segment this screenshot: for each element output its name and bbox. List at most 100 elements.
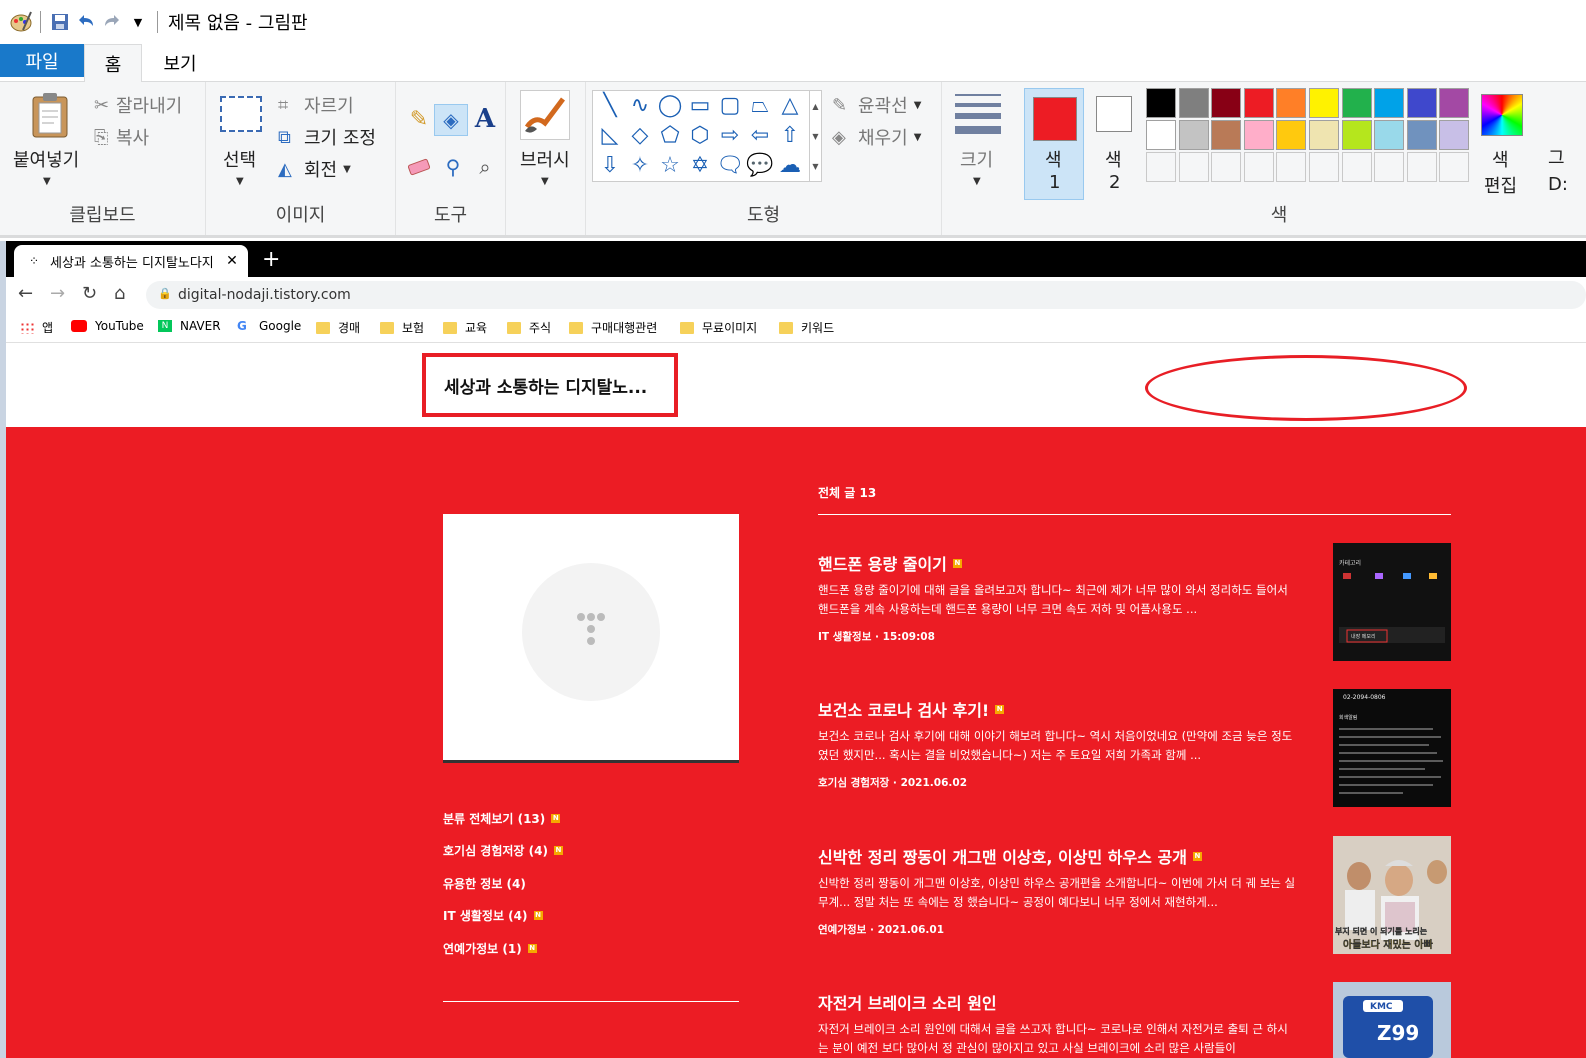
post-excerpt[interactable]: 보건소 코로나 검사 후기에 대해 이야기 해보려 합니다~ 역시 처음이었네요…	[818, 727, 1296, 765]
palette-swatch[interactable]	[1309, 120, 1339, 150]
paste-button[interactable]: 붙여넣기	[13, 146, 79, 172]
palette-swatch[interactable]	[1341, 88, 1372, 118]
bookmark-item[interactable]: 무료이미지	[680, 319, 757, 336]
palette-empty-swatch[interactable]	[1341, 152, 1372, 182]
palette-empty-swatch[interactable]	[1178, 152, 1209, 182]
edit-colors-icon[interactable]	[1481, 94, 1523, 136]
curve-shape-icon[interactable]: ∿	[625, 93, 655, 118]
up-arrow-shape-icon[interactable]: ⇧	[775, 123, 805, 148]
fill-button[interactable]: ◈ 채우기 ▼	[832, 124, 921, 150]
pentagon-shape-icon[interactable]: ⬠	[655, 123, 685, 148]
right-triangle-shape-icon[interactable]: ◺	[595, 123, 625, 148]
browser-tab[interactable]: ⁘ 세상과 소통하는 디지탈노다지 ✕	[14, 245, 248, 277]
reload-icon[interactable]: ↻	[82, 283, 97, 304]
palette-swatch[interactable]	[1276, 88, 1307, 118]
palette-empty-swatch[interactable]	[1439, 152, 1470, 182]
text-tool-icon[interactable]: A	[470, 104, 500, 134]
palette-swatch[interactable]	[1374, 88, 1405, 118]
cut-button[interactable]: ✂ 잘라내기	[94, 92, 182, 118]
magnifier-icon[interactable]: ⌕	[470, 152, 500, 182]
line-size-icon[interactable]	[954, 94, 1002, 134]
resize-button[interactable]: ⧉ 크기 조정	[278, 124, 376, 150]
color-picker-icon[interactable]: ⚲	[438, 152, 468, 182]
pasted-image-canvas[interactable]: ⁘ 세상과 소통하는 디지탈노다지 ✕ + ← → ↻ ⌂ 🔒 digital-…	[6, 241, 1586, 1058]
select-button[interactable]: 선택	[223, 146, 256, 172]
palette-empty-swatch[interactable]	[1146, 152, 1176, 182]
palette-empty-swatch[interactable]	[1276, 152, 1307, 182]
rect-callout-shape-icon[interactable]: 🗨	[715, 153, 745, 178]
redo-icon[interactable]	[99, 9, 125, 35]
crop-button[interactable]: ⌗ 자르기	[278, 92, 354, 118]
bookmark-item[interactable]: 키워드	[779, 319, 834, 336]
category-link[interactable]: 분류 전체보기 (13) N	[443, 810, 561, 827]
rectangle-shape-icon[interactable]: ▭	[685, 93, 715, 118]
tab-view[interactable]: 보기	[150, 44, 210, 82]
shapes-gallery[interactable]: ╲ ∿ ◯ ▭ ▢ ⏢ △ ◺ ◇ ⬠ ⬡ ⇨ ⇦ ⇧ ⇩ ✧ ☆ ✡ 🗨 💬 …	[592, 90, 822, 182]
palette-swatch[interactable]	[1178, 120, 1209, 150]
category-link[interactable]: 유용한 정보 (4)	[443, 875, 526, 892]
forward-icon[interactable]: →	[50, 283, 65, 304]
six-point-star-shape-icon[interactable]: ✡	[685, 153, 715, 178]
bookmark-item[interactable]: 교육	[443, 319, 487, 336]
scroll-down-icon[interactable]: ▼	[812, 132, 818, 141]
undo-icon[interactable]	[73, 9, 99, 35]
post-excerpt[interactable]: 핸드폰 용량 줄이기에 대해 글을 올려보고자 합니다~ 최근에 제가 너무 많…	[818, 581, 1296, 619]
polygon-shape-icon[interactable]: ⏢	[745, 93, 775, 118]
paste-dropdown-chevron-icon[interactable]: ▼	[43, 176, 51, 187]
cloud-callout-shape-icon[interactable]: ☁	[775, 153, 805, 178]
bookmark-item[interactable]: N NAVER	[158, 319, 221, 333]
bookmark-item[interactable]: YouTube	[71, 319, 144, 333]
paste-icon[interactable]	[28, 90, 72, 140]
customize-chevron-down-icon[interactable]: ▼	[125, 9, 151, 35]
paint-app-icon[interactable]	[8, 9, 34, 35]
hexagon-shape-icon[interactable]: ⬡	[685, 123, 715, 148]
shapes-scrollbar[interactable]: ▲ ▼ ▼	[809, 91, 821, 181]
color2-button[interactable]	[1096, 96, 1132, 132]
bookmark-item[interactable]: 구매대행관련	[569, 319, 657, 336]
brush-button[interactable]: 브러시	[520, 146, 570, 172]
copy-button[interactable]: ⎘ 복사	[94, 124, 149, 150]
rounded-rectangle-shape-icon[interactable]: ▢	[715, 93, 745, 118]
brush-dropdown-chevron-icon[interactable]: ▼	[541, 176, 549, 187]
edit-colors-label-line2[interactable]: 편집	[1484, 172, 1517, 198]
palette-swatch[interactable]	[1439, 88, 1470, 118]
palette-swatch[interactable]	[1211, 120, 1242, 150]
url-field[interactable]: 🔒 digital-nodaji.tistory.com	[146, 281, 1586, 309]
palette-empty-swatch[interactable]	[1243, 152, 1274, 182]
close-tab-icon[interactable]: ✕	[222, 253, 242, 269]
diamond-shape-icon[interactable]: ◇	[625, 123, 655, 148]
bookmark-item[interactable]: 경매	[316, 319, 360, 336]
palette-swatch[interactable]	[1276, 120, 1307, 150]
palette-swatch[interactable]	[1178, 88, 1209, 118]
bookmark-item[interactable]: G Google	[237, 319, 301, 333]
blog-title[interactable]: 세상과 소통하는 디지탈노...	[422, 353, 678, 417]
post-excerpt[interactable]: 자전거 브레이크 소리 원인에 대해서 글을 쓰고자 합니다~ 코로나로 인해서…	[818, 1020, 1296, 1058]
bookmark-item[interactable]: 주식	[507, 319, 551, 336]
eraser-icon[interactable]	[404, 152, 434, 182]
palette-swatch[interactable]	[1374, 120, 1405, 150]
home-icon[interactable]: ⌂	[114, 283, 125, 304]
palette-empty-swatch[interactable]	[1309, 152, 1339, 182]
new-tab-icon[interactable]: +	[262, 247, 280, 272]
down-arrow-shape-icon[interactable]: ⇩	[595, 153, 625, 178]
bookmark-item[interactable]: 앱	[20, 319, 53, 336]
pencil-icon[interactable]: ✎	[404, 104, 434, 134]
palette-empty-swatch[interactable]	[1406, 152, 1437, 182]
back-icon[interactable]: ←	[18, 283, 33, 304]
post-thumbnail[interactable]: 카테고리 내장 메모리	[1333, 543, 1451, 661]
post-thumbnail[interactable]: KMC Z99	[1333, 982, 1451, 1058]
line-shape-icon[interactable]: ╲	[595, 93, 625, 118]
select-dropdown-chevron-icon[interactable]: ▼	[236, 176, 244, 187]
post-thumbnail[interactable]: 부지 되면 이 되기를 노리는 아들보다 재밌는 아빠	[1333, 836, 1451, 954]
post-excerpt[interactable]: 신박한 정리 짱동이 개그맨 이상호, 이상민 하우스 공개편을 소개합니다~ …	[818, 874, 1296, 912]
palette-swatch[interactable]	[1211, 88, 1242, 118]
size-button[interactable]: 크기	[960, 146, 993, 172]
palette-swatch[interactable]	[1439, 120, 1470, 150]
category-link[interactable]: 연예가정보 (1) N	[443, 940, 537, 957]
five-point-star-shape-icon[interactable]: ☆	[655, 153, 685, 178]
bookmark-item[interactable]: 보험	[380, 319, 424, 336]
select-rectangle-icon[interactable]	[220, 96, 262, 132]
palette-swatch[interactable]	[1341, 120, 1372, 150]
edit-colors-label-line1[interactable]: 색	[1492, 146, 1509, 172]
clipped-next-button[interactable]: 그 D:	[1548, 146, 1582, 198]
